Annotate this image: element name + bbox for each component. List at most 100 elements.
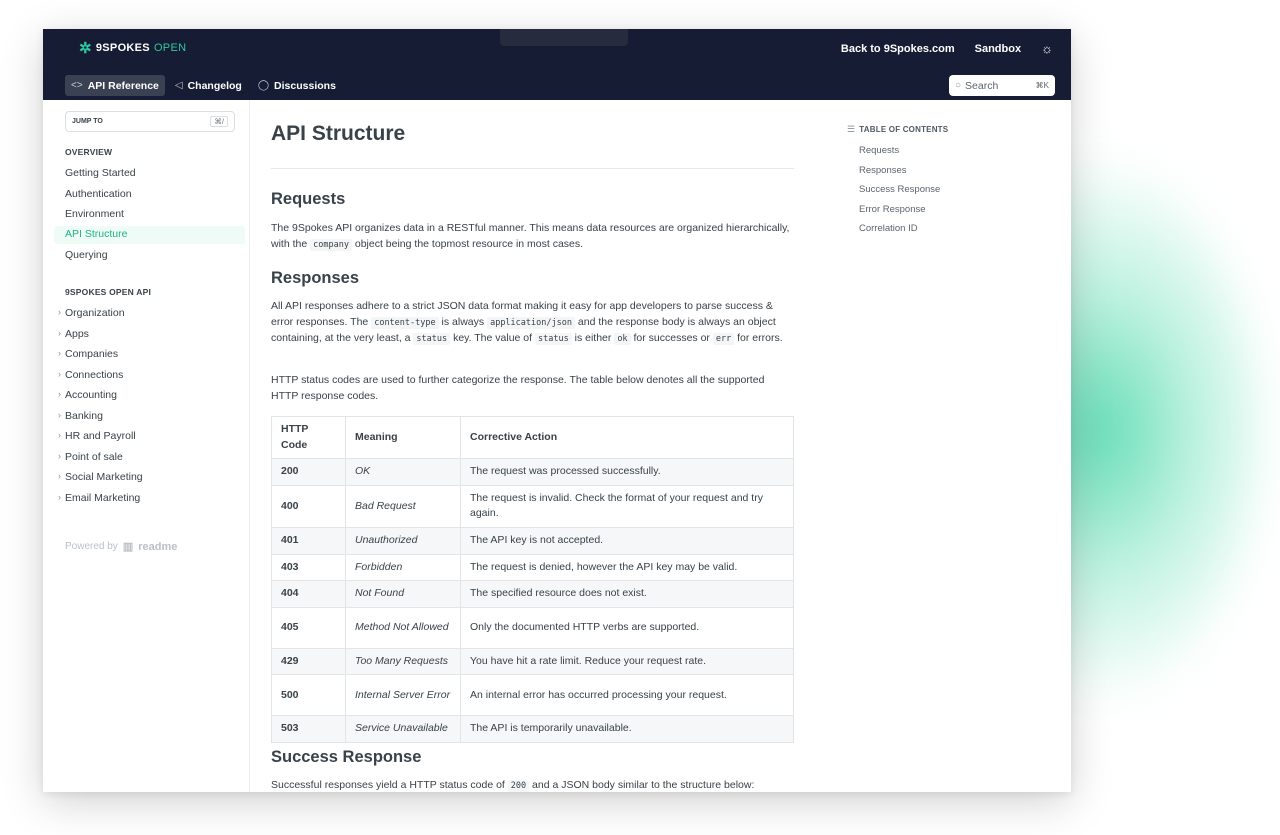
sidebar-item-accounting[interactable]: › Accounting: [58, 389, 117, 401]
sidebar-item-getting-started[interactable]: Getting Started: [65, 167, 136, 179]
sidebar-item-point-of-sale[interactable]: › Point of sale: [58, 451, 123, 463]
table-cell-code: 400: [271, 484, 346, 528]
table-cell-action: The request is denied, however the API k…: [460, 553, 794, 582]
chevron-right-icon: ›: [58, 410, 61, 420]
sidebar-item-label: Social Marketing: [65, 471, 143, 483]
table-cell-code: 429: [271, 647, 346, 676]
search-input[interactable]: ○ Search ⌘K: [949, 75, 1055, 96]
heading-requests: Requests: [271, 190, 346, 208]
toc-item-correlation-id[interactable]: Correlation ID: [859, 223, 948, 243]
sidebar-item-label: Accounting: [65, 389, 117, 401]
table-cell-action: An internal error has occurred processin…: [460, 674, 794, 717]
title-divider: [271, 168, 794, 169]
code-application-json: application/json: [487, 316, 575, 329]
camera-notch: [500, 29, 628, 46]
tab-changelog[interactable]: ◁ Changelog: [169, 75, 248, 96]
table-cell-action: You have hit a rate limit. Reduce your r…: [460, 647, 794, 676]
table-cell-code: 403: [271, 553, 346, 582]
sidebar-item-banking[interactable]: › Banking: [58, 410, 103, 422]
heading-responses: Responses: [271, 269, 360, 287]
tab-api-reference[interactable]: <> API Reference: [65, 75, 165, 96]
table-of-contents: ☰ TABLE OF CONTENTS Requests Responses S…: [847, 124, 948, 243]
toc-list: Requests Responses Success Response Erro…: [847, 145, 948, 243]
toc-title: TABLE OF CONTENTS: [859, 125, 949, 134]
sandbox-link[interactable]: Sandbox: [975, 43, 1021, 55]
http-status-paragraph: HTTP status codes are used to further ca…: [271, 374, 765, 402]
brand-logo[interactable]: ✲ 9SPOKES OPEN: [79, 39, 186, 57]
sidebar-item-apps[interactable]: › Apps: [58, 328, 89, 340]
chevron-right-icon: ›: [58, 430, 61, 440]
megaphone-icon: ◁: [174, 80, 183, 91]
sidebar-item-organization[interactable]: › Organization: [58, 307, 125, 319]
sidebar-item-hr-payroll[interactable]: › HR and Payroll: [58, 430, 136, 442]
search-icon: ○: [955, 80, 962, 91]
toc-item-responses[interactable]: Responses: [859, 165, 948, 185]
sidebar-section-overview: OVERVIEW: [65, 147, 113, 157]
table-row: 200 OK The request was processed successfu…: [271, 458, 794, 486]
code-content-type: content-type: [371, 316, 439, 329]
page-title: API Structure: [271, 122, 406, 145]
sidebar-item-connections[interactable]: › Connections: [58, 369, 124, 381]
table-cell-code: 405: [271, 606, 346, 649]
table-row: 400 Bad Request The request is invalid. Ch…: [271, 484, 794, 528]
chevron-right-icon: ›: [58, 348, 61, 358]
table-row: 405 Method Not Allowed Only the documented…: [271, 606, 794, 649]
sidebar-item-companies[interactable]: › Companies: [58, 348, 118, 360]
table-cell-meaning: Unauthorized: [345, 526, 461, 555]
list-icon: ☰: [847, 124, 856, 134]
jump-to-input[interactable]: JUMP TO ⌘/: [65, 111, 235, 132]
toc-item-success-response[interactable]: Success Response: [859, 184, 948, 204]
sidebar-item-social-marketing[interactable]: › Social Marketing: [58, 471, 143, 483]
theme-toggle-sun-icon[interactable]: ☼: [1041, 41, 1053, 56]
toc-item-error-response[interactable]: Error Response: [859, 204, 948, 224]
code-company: company: [310, 238, 352, 251]
code-icon: <>: [71, 80, 83, 91]
toc-item-requests[interactable]: Requests: [859, 145, 948, 165]
sidebar-item-label: Point of sale: [65, 451, 123, 463]
sidebar-item-label: Email Marketing: [65, 492, 141, 504]
table-cell-meaning: Forbidden: [345, 553, 461, 582]
code-ok: ok: [614, 333, 631, 346]
sidebar-item-querying[interactable]: Querying: [65, 249, 108, 261]
sidebar-section-api: 9SPOKES OPEN API: [65, 287, 152, 297]
requests-paragraph: The 9Spokes API organizes data in a REST…: [271, 222, 790, 251]
table-cell-code: 503: [271, 715, 346, 743]
readme-brand: readme: [138, 540, 178, 553]
spokes-logo-icon: ✲: [79, 40, 92, 57]
sidebar-item-environment[interactable]: Environment: [65, 208, 124, 220]
tab-label: Discussions: [274, 79, 336, 92]
readme-logo-icon: ▥: [122, 541, 134, 553]
sidebar-item-label: Organization: [65, 307, 125, 319]
chevron-right-icon: ›: [58, 389, 61, 399]
table-row: 500 Internal Server Error An internal erro…: [271, 674, 794, 717]
code-200: 200: [507, 780, 530, 792]
success-paragraph: Successful responses yield a HTTP status…: [271, 779, 755, 792]
browser-window: ✲ 9SPOKES OPEN Back to 9Spokes.com Sandbo…: [43, 29, 1071, 792]
sidebar-item-label: Connections: [65, 369, 124, 381]
top-header: ✲ 9SPOKES OPEN Back to 9Spokes.com Sandbo…: [43, 29, 1071, 100]
sidebar-item-authentication[interactable]: Authentication: [65, 188, 132, 200]
tab-discussions[interactable]: ◯ Discussions: [252, 75, 342, 96]
chevron-right-icon: ›: [58, 451, 61, 461]
table-cell-action: The request is invalid. Check the format…: [460, 484, 794, 528]
table-cell-meaning: Service Unavailable: [345, 715, 461, 743]
search-shortcut: ⌘K: [1035, 81, 1049, 90]
chevron-right-icon: ›: [58, 471, 61, 481]
table-header: Meaning: [345, 415, 461, 460]
http-status-table: HTTP Code Meaning Corrective Action 200 O…: [271, 415, 794, 743]
table-cell-meaning: Bad Request: [345, 484, 461, 528]
sidebar-item-email-marketing[interactable]: › Email Marketing: [58, 492, 141, 504]
table-cell-action: The specified resource does not exist.: [460, 580, 794, 608]
powered-by-readme[interactable]: Powered by ▥ readme: [65, 540, 178, 554]
powered-by-label: Powered by: [65, 541, 118, 552]
responses-paragraph: All API responses adhere to a strict JSO…: [271, 300, 783, 346]
table-cell-meaning: Internal Server Error: [345, 674, 461, 717]
search-placeholder: Search: [965, 79, 999, 92]
table-cell-meaning: Not Found: [345, 580, 461, 608]
sidebar-item-api-structure[interactable]: API Structure: [54, 226, 245, 244]
back-link[interactable]: Back to 9Spokes.com: [841, 43, 955, 55]
table-row: 401 Unauthorized The API key is not accept…: [271, 526, 794, 555]
jump-shortcut: ⌘/: [210, 116, 228, 127]
table-cell-action: The API key is not accepted.: [460, 526, 794, 555]
table-cell-meaning: OK: [345, 458, 461, 486]
